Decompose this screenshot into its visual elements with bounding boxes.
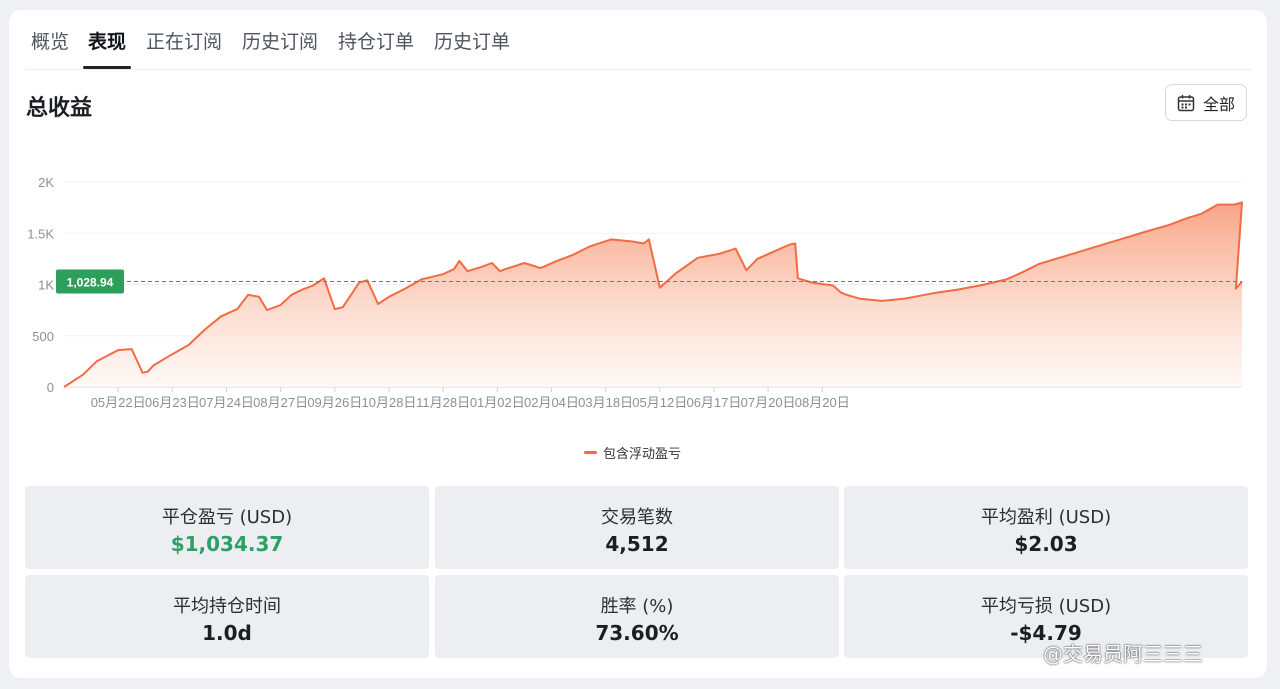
stats-grid: 平仓盈亏 (USD) $1,034.37 交易笔数 4,512 平均盈利 (US…: [25, 486, 1250, 662]
x-tick-label: 05月12日: [632, 395, 687, 410]
stat-value: $2.03: [1014, 532, 1078, 556]
stat-value: 4,512: [605, 532, 669, 556]
tab-bar: 概览 表现 正在订阅 历史订阅 持仓订单 历史订单: [25, 10, 1251, 70]
x-tick-label: 02月04日: [524, 395, 579, 410]
stat-value: 1.0d: [202, 621, 252, 645]
stat-closed-pnl: 平仓盈亏 (USD) $1,034.37: [25, 486, 429, 569]
tab-history-subscriptions[interactable]: 历史订阅: [242, 27, 318, 54]
performance-card: 概览 表现 正在订阅 历史订阅 持仓订单 历史订单 总收益 全部 0 500 1K 1…: [9, 10, 1267, 678]
series-area: [64, 202, 1242, 387]
x-tick-label: 06月17日: [686, 395, 741, 410]
chart-legend[interactable]: 包含浮动盈亏: [584, 443, 681, 462]
stat-label: 平均盈利 (USD): [980, 507, 1112, 528]
reference-label: 1,028.94: [67, 276, 114, 290]
x-tick-label: 10月28日: [362, 395, 417, 410]
y-tick-label: 0: [47, 380, 54, 395]
total-profit-chart: 0 500 1K 1.5K 2K 05月22日 06月23日 07月24日 08月27日 09月2…: [27, 175, 1243, 410]
x-tick-label: 07月20日: [741, 395, 796, 410]
y-tick-label: 2K: [38, 175, 54, 190]
stat-label: 胜率 (%): [600, 596, 674, 617]
stat-label: 平均持仓时间: [173, 596, 281, 617]
stat-win-rate: 胜率 (%) 73.60%: [435, 575, 839, 658]
legend-label: 包含浮动盈亏: [603, 447, 682, 462]
legend-line-marker: [584, 451, 597, 454]
y-tick-label: 500: [32, 329, 54, 344]
stat-label: 平仓盈亏 (USD): [161, 507, 293, 528]
x-tick-label: 05月22日: [91, 395, 146, 410]
x-tick-label: 09月26日: [307, 395, 362, 410]
stat-trade-count: 交易笔数 4,512: [435, 486, 839, 569]
stat-value: 73.60%: [595, 621, 679, 645]
stat-avg-hold-time: 平均持仓时间 1.0d: [25, 575, 429, 658]
y-tick-label: 1K: [38, 278, 54, 293]
calendar-icon: [1177, 94, 1195, 112]
x-tick-label: 08月27日: [253, 395, 308, 410]
tab-history-orders[interactable]: 历史订单: [434, 27, 510, 54]
tab-open-orders[interactable]: 持仓订单: [338, 27, 414, 54]
stat-value: $1,034.37: [170, 532, 284, 556]
x-tick-label: 07月24日: [199, 395, 254, 410]
stat-label: 平均亏损 (USD): [980, 596, 1112, 617]
section-title: 总收益: [26, 96, 93, 121]
y-tick-label: 1.5K: [27, 226, 54, 241]
x-tick-label: 03月18日: [578, 395, 633, 410]
x-tick-label: 08月20日: [795, 395, 850, 410]
stat-label: 交易笔数: [601, 507, 673, 528]
stat-avg-profit: 平均盈利 (USD) $2.03: [844, 486, 1248, 569]
tab-performance[interactable]: 表现: [88, 27, 126, 54]
x-tick-label: 11月28日: [416, 395, 470, 410]
active-tab-indicator: [83, 66, 131, 69]
watermark: @交易员阿三三三: [1043, 642, 1203, 666]
tab-overview[interactable]: 概览: [31, 27, 69, 54]
x-tick-label: 06月23日: [145, 395, 200, 410]
tab-active-subscriptions[interactable]: 正在订阅: [146, 27, 222, 54]
date-range-button[interactable]: 全部: [1165, 84, 1247, 121]
x-tick-label: 01月02日: [470, 395, 525, 410]
date-range-label: 全部: [1202, 94, 1235, 114]
